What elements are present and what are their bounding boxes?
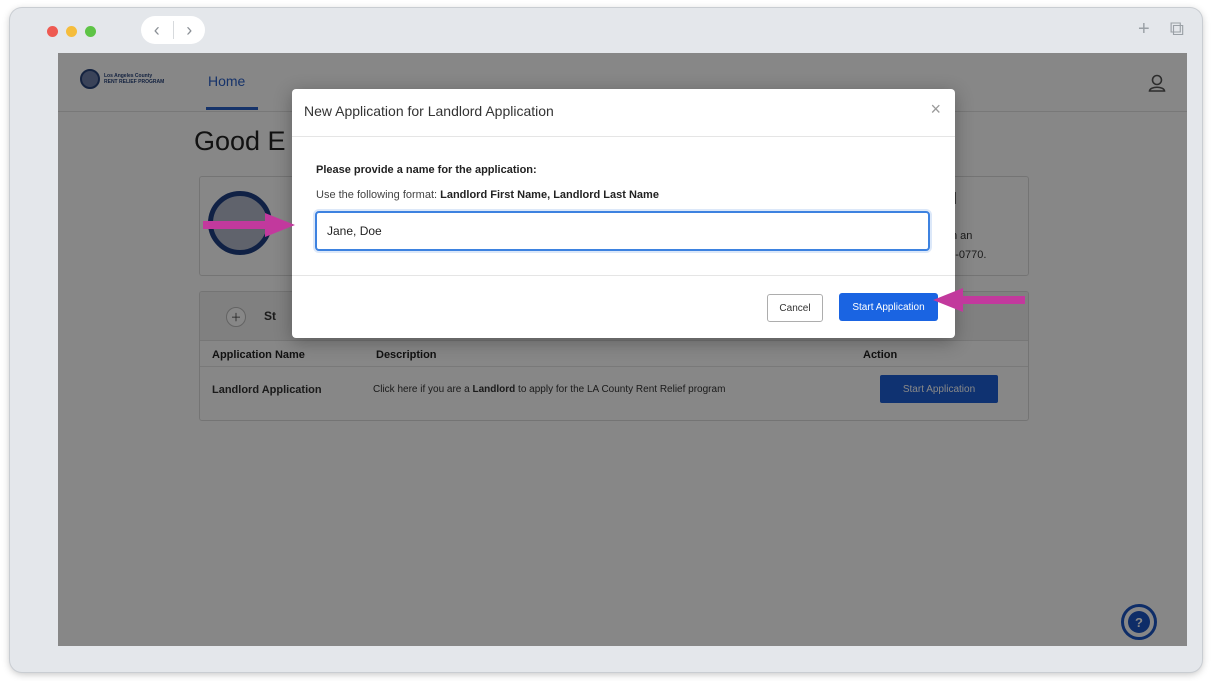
- name-prompt-label: Please provide a name for the applicatio…: [316, 164, 537, 176]
- new-tab-button[interactable]: +: [1138, 18, 1150, 41]
- page-viewport: Los Angeles County RENT RELIEF PROGRAM H…: [58, 53, 1187, 646]
- application-name-input[interactable]: [315, 211, 930, 251]
- cancel-button[interactable]: Cancel: [767, 294, 823, 322]
- close-window-button[interactable]: [47, 26, 58, 37]
- minimize-window-button[interactable]: [66, 26, 77, 37]
- browser-actions: + ⧉: [1138, 18, 1184, 41]
- modal-header-divider: [292, 136, 955, 137]
- back-button[interactable]: ‹: [141, 16, 173, 44]
- format-hint-prefix: Use the following format:: [316, 189, 441, 201]
- maximize-window-button[interactable]: [85, 26, 96, 37]
- tab-overview-icon[interactable]: ⧉: [1170, 18, 1184, 41]
- browser-window: ‹ › + ⧉ Los Angeles County RENT RELIEF P…: [10, 8, 1202, 672]
- annotation-arrow-right-icon: [203, 213, 295, 237]
- close-icon[interactable]: ×: [930, 99, 941, 120]
- annotation-arrow-left-icon: [933, 288, 1025, 312]
- browser-toolbar: ‹ › + ⧉: [10, 8, 1202, 52]
- format-hint: Use the following format: Landlord First…: [316, 189, 659, 201]
- modal-footer-divider: [292, 275, 955, 276]
- start-application-button[interactable]: Start Application: [839, 293, 938, 321]
- new-application-modal: New Application for Landlord Application…: [292, 89, 955, 338]
- history-nav: ‹ ›: [141, 16, 205, 44]
- forward-button[interactable]: ›: [174, 16, 206, 44]
- format-hint-value: Landlord First Name, Landlord Last Name: [440, 189, 659, 201]
- modal-title: New Application for Landlord Application: [304, 103, 554, 119]
